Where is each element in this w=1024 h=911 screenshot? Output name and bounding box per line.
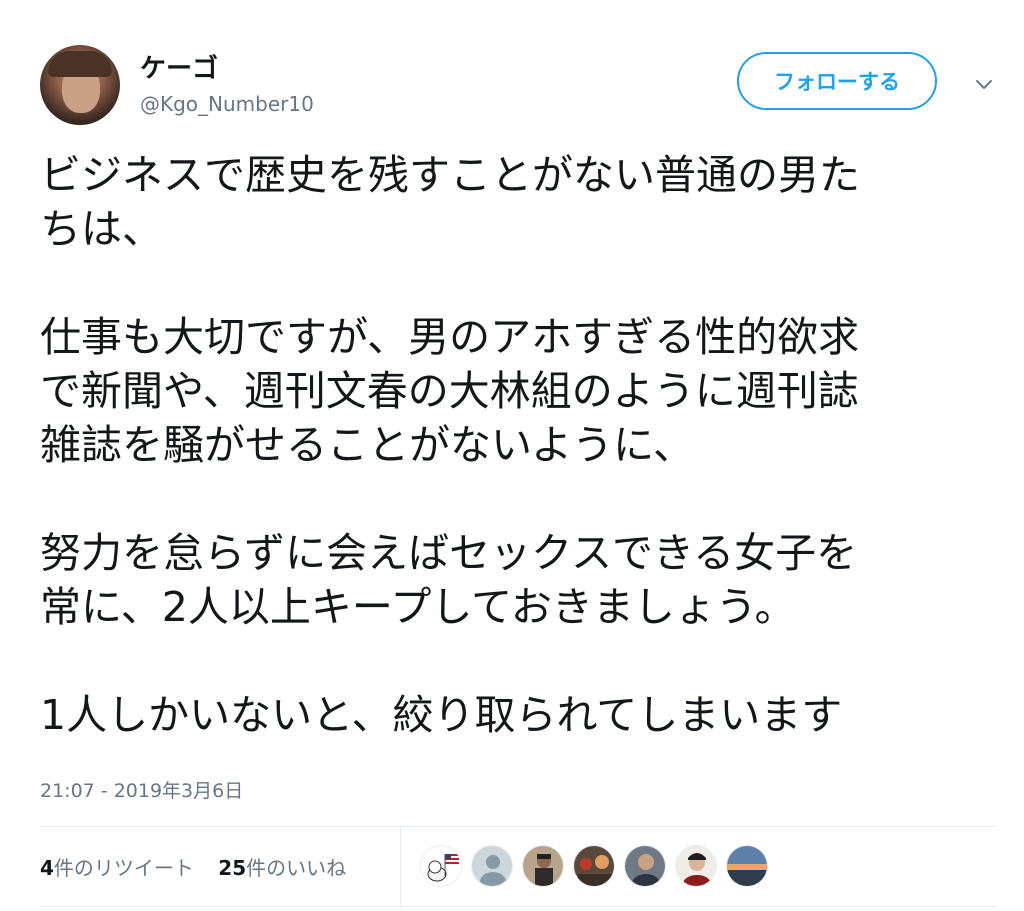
person-photo-icon [676, 846, 716, 886]
person-photo-icon [625, 846, 665, 886]
cartoon-flag-icon [421, 846, 461, 886]
tweet-text: ビジネスで歴史を残すことがない普通の男た ちは、 仕事も大切ですが、男のアホすぎ… [40, 148, 980, 742]
tweet-line: ビジネスで歴史を残すことがない普通の男た [40, 151, 860, 199]
likers-avatars [420, 845, 768, 887]
tweet-line: 努力を怠らずに会えばセックスできる女子を [40, 529, 858, 577]
tweet-line: で新聞や、週刊文春の大林組のように週刊誌 [40, 367, 859, 415]
avatar-hair [48, 51, 112, 77]
user-handle[interactable]: @Kgo_Number10 [140, 92, 314, 116]
tweet-paragraph: 努力を怠らずに会えばセックスできる女子を 常に、2人以上キープしておきましょう。 [40, 526, 980, 634]
tweet-paragraph: 仕事も大切ですが、男のアホすぎる性的欲求 で新聞や、週刊文春の大林組のように週刊… [40, 310, 980, 472]
tweet-line: 仕事も大切ですが、男のアホすぎる性的欲求 [40, 313, 860, 361]
user-avatar[interactable] [40, 45, 120, 125]
likes-count: 25 [218, 856, 247, 880]
liker-avatar-7[interactable] [726, 845, 768, 887]
stats-divider-bottom [40, 906, 996, 907]
tweet-line: 1人しかいないと、絞り取られてしまいます [40, 691, 843, 739]
stats-divider-top [40, 826, 996, 827]
tweet-stats: 4件のリツイート 25件のいいね [40, 852, 364, 881]
landscape-photo-icon [727, 846, 767, 886]
tweet-line: 常に、2人以上キープしておきましょう。 [40, 583, 796, 631]
user-display-name[interactable]: ケーゴ [140, 48, 218, 85]
person-photo-icon [523, 846, 563, 886]
tweet-line: ちは、 [40, 205, 163, 253]
liker-avatar-1[interactable] [420, 845, 462, 887]
liker-avatar-5[interactable] [624, 845, 666, 887]
group-photo-icon [574, 846, 614, 886]
retweets-stat[interactable]: 4件のリツイート [40, 856, 194, 880]
follow-button[interactable]: フォローする [737, 52, 937, 110]
likes-label: 件のいいね [246, 856, 347, 880]
liker-avatar-4[interactable] [573, 845, 615, 887]
stats-divider-vertical [400, 826, 401, 906]
likes-stat[interactable]: 25件のいいね [218, 856, 346, 880]
tweet-line: 雑誌を騒がせることがないように、 [40, 421, 694, 469]
liker-avatar-6[interactable] [675, 845, 717, 887]
retweets-label: 件のリツイート [53, 856, 194, 880]
liker-avatar-3[interactable] [522, 845, 564, 887]
tweet-paragraph: ビジネスで歴史を残すことがない普通の男た ちは、 [40, 148, 980, 256]
tweet-timestamp[interactable]: 21:07 - 2019年3月6日 [40, 776, 243, 803]
default-profile-icon [472, 846, 512, 886]
retweets-count: 4 [40, 856, 54, 880]
chevron-down-icon[interactable] [972, 72, 996, 96]
liker-avatar-2[interactable] [471, 845, 513, 887]
tweet-paragraph: 1人しかいないと、絞り取られてしまいます [40, 688, 980, 742]
